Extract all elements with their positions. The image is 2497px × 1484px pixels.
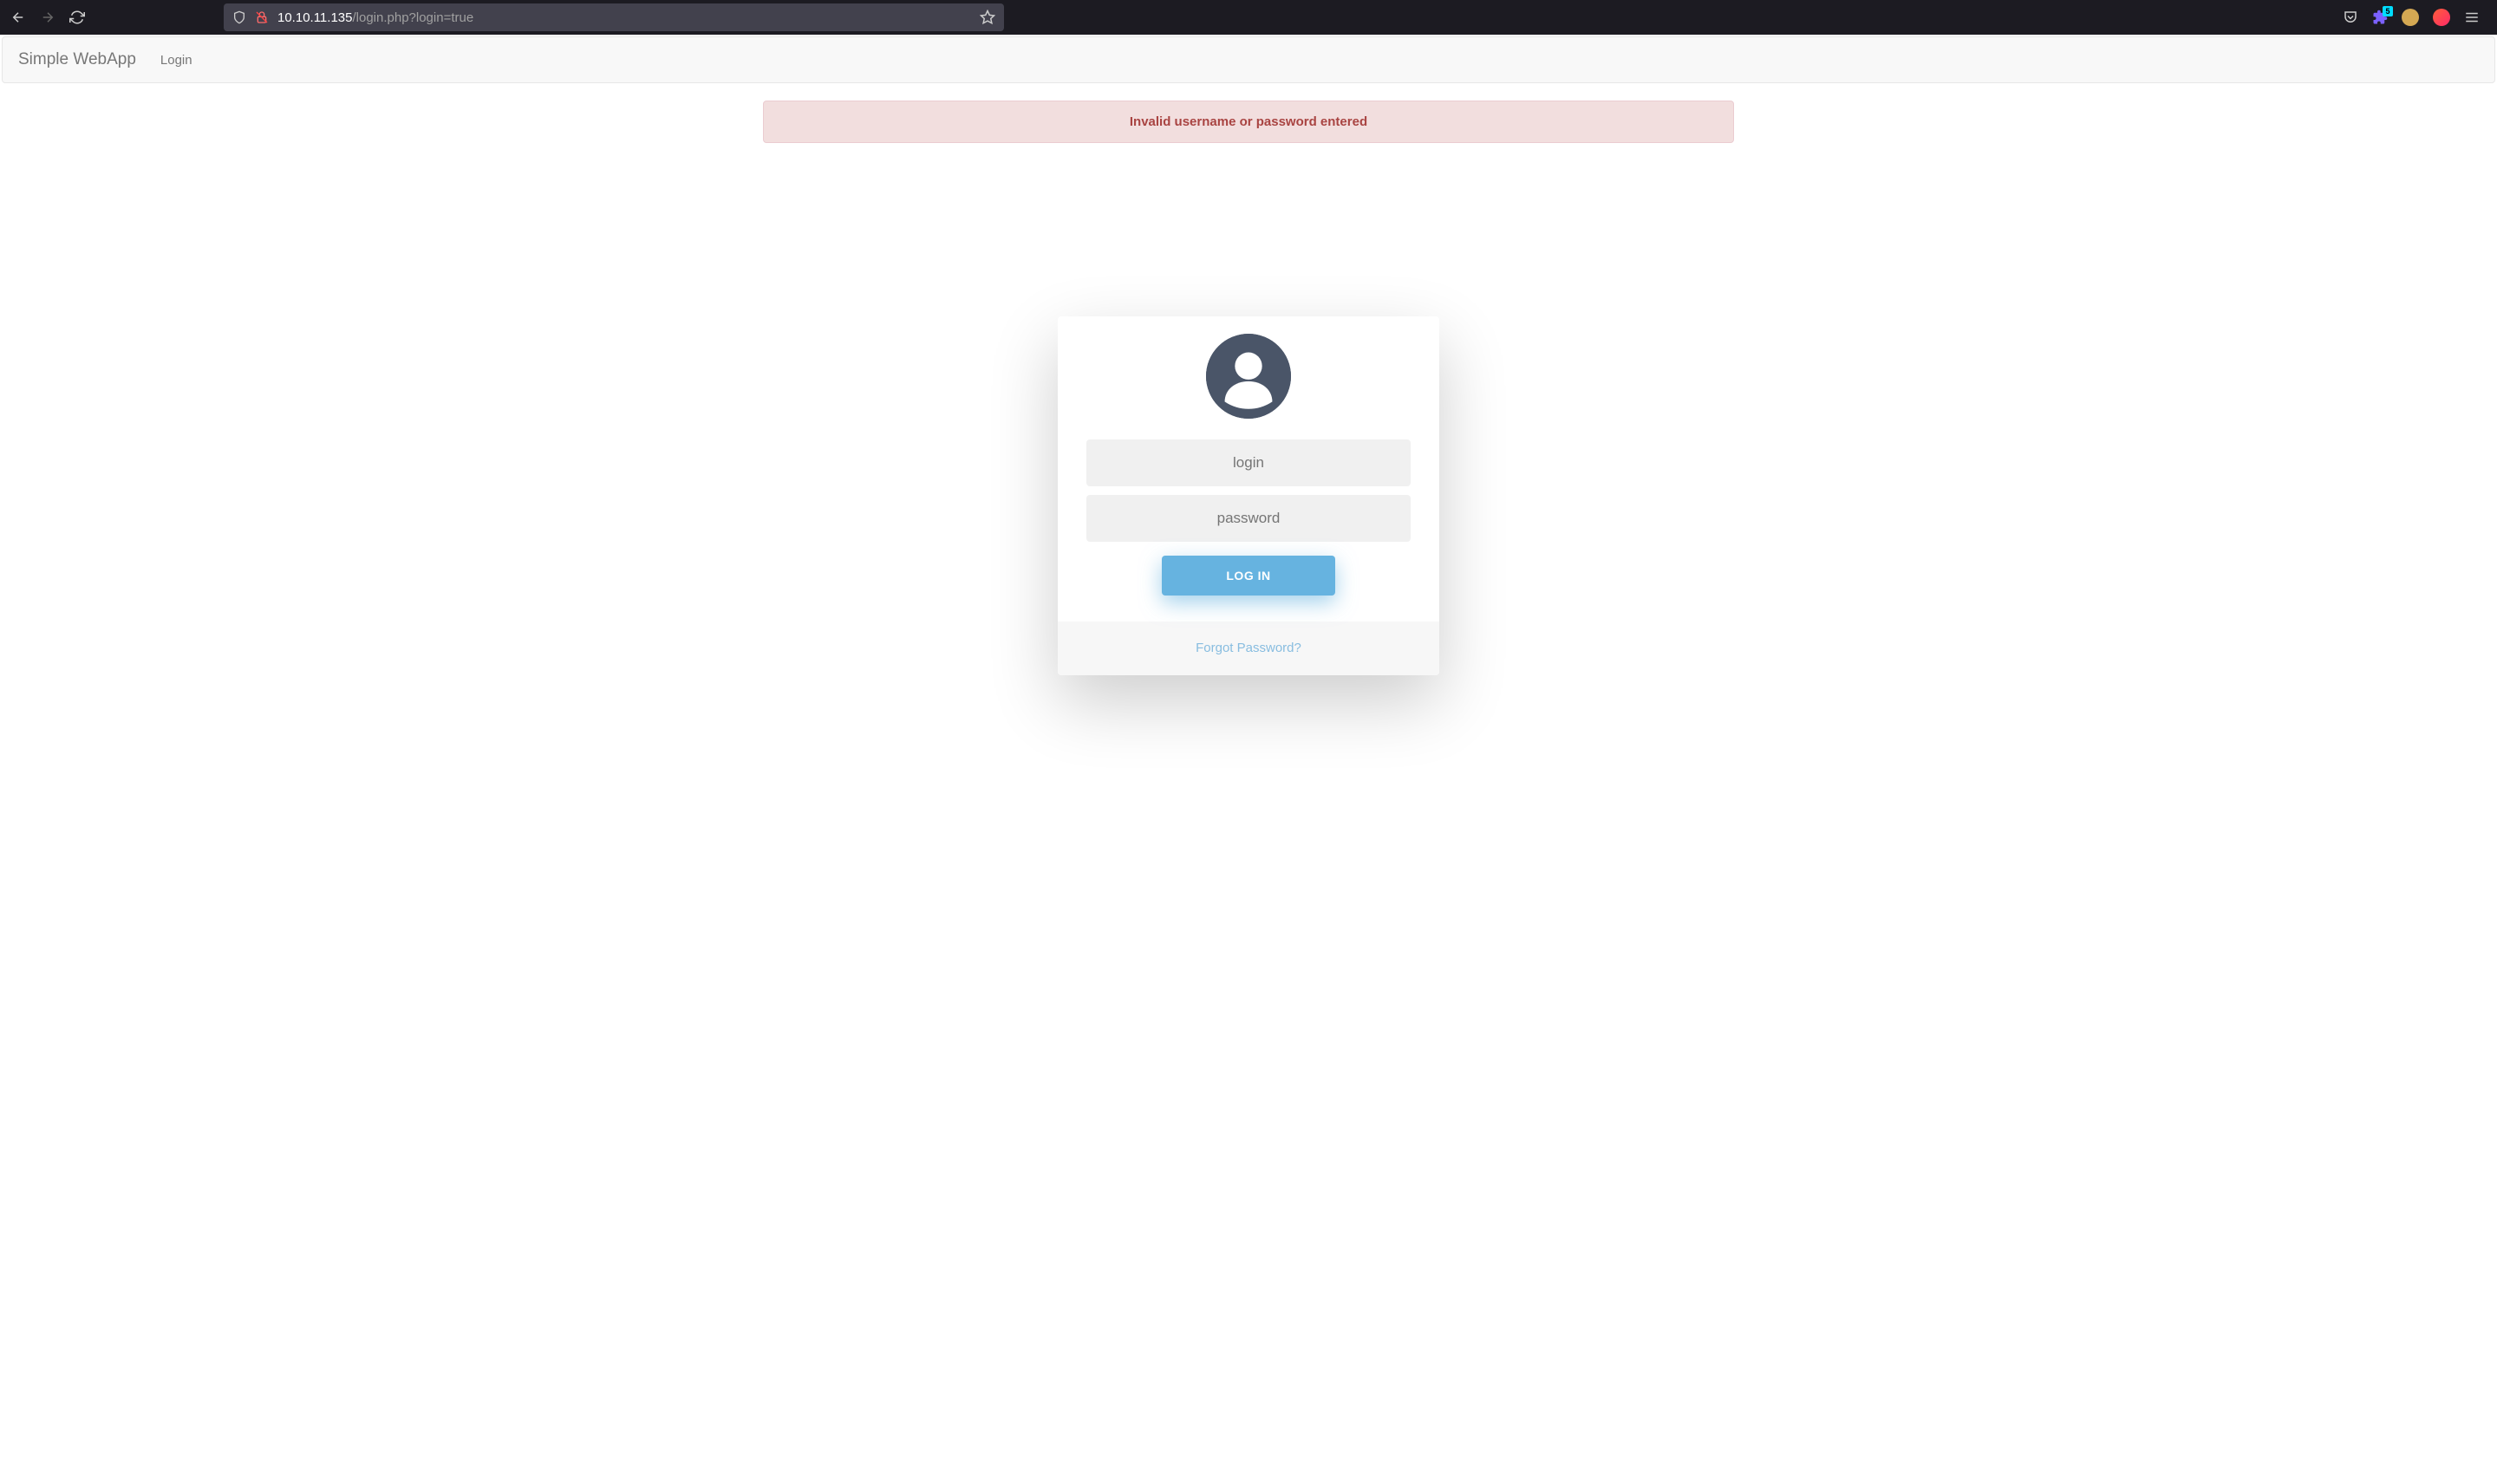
lock-insecure-icon (255, 10, 269, 24)
error-alert: Invalid username or password entered (763, 101, 1734, 143)
browser-toolbar: 10.10.11.135/login.php?login=true 5 (0, 0, 2497, 35)
back-button[interactable] (10, 10, 26, 25)
extension-icon[interactable]: 5 (2372, 10, 2388, 25)
password-input[interactable] (1086, 495, 1411, 542)
username-input[interactable] (1086, 439, 1411, 486)
error-message: Invalid username or password entered (1130, 114, 1367, 129)
nav-link-login[interactable]: Login (160, 53, 192, 68)
forgot-password-link[interactable]: Forgot Password? (1196, 641, 1301, 655)
bookmark-star-icon[interactable] (980, 10, 995, 25)
pocket-icon[interactable] (2343, 10, 2358, 25)
brand-title[interactable]: Simple WebApp (18, 50, 136, 69)
address-bar[interactable]: 10.10.11.135/login.php?login=true (224, 3, 1004, 31)
foxyproxy-extension-icon[interactable] (2433, 9, 2450, 26)
shield-icon (232, 10, 246, 24)
avatar-icon (1206, 334, 1291, 419)
hamburger-menu-icon[interactable] (2464, 10, 2480, 25)
extension-badge: 5 (2383, 6, 2393, 16)
reload-button[interactable] (69, 10, 85, 25)
forward-button[interactable] (40, 10, 55, 25)
page-navbar: Simple WebApp Login (2, 36, 2495, 83)
url-text: 10.10.11.135/login.php?login=true (277, 10, 473, 25)
login-card: LOG IN Forgot Password? (1058, 316, 1439, 675)
login-submit-button[interactable]: LOG IN (1162, 556, 1335, 596)
cookie-extension-icon[interactable] (2402, 9, 2419, 26)
